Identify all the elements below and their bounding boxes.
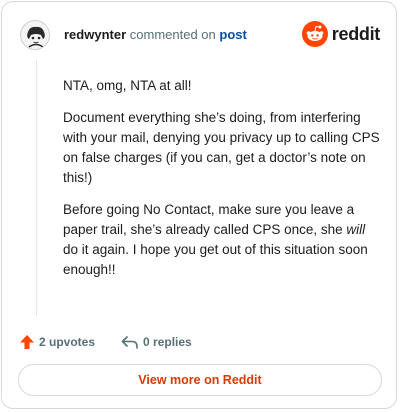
post-link[interactable]: post: [219, 27, 246, 42]
comment-paragraph: NTA, omg, NTA at all!: [63, 78, 192, 93]
comment-body: NTA, omg, NTA at all! Document everythin…: [63, 76, 381, 292]
embedded-comment-card: redwynter commented on post reddit NTA, …: [1, 1, 397, 409]
reddit-wordmark: reddit: [331, 23, 381, 44]
reddit-snoo-icon: [301, 21, 328, 47]
view-more-button[interactable]: View more on Reddit: [18, 364, 382, 396]
upvote-button[interactable]: 2 upvotes: [19, 334, 95, 350]
reply-arrow-icon: [121, 336, 138, 349]
username-link[interactable]: redwynter: [64, 27, 126, 42]
commented-on-text: commented on: [129, 27, 216, 42]
reddit-logo[interactable]: reddit: [301, 20, 381, 48]
thread-line: [36, 60, 37, 316]
avatar[interactable]: [20, 20, 50, 50]
comment-paragraph: Document everything she’s doing, from in…: [63, 110, 380, 185]
upvote-arrow-icon: [20, 335, 34, 349]
comment-paragraph: Before going No Contact, make sure you l…: [63, 200, 381, 280]
comment-attribution: redwynter commented on post: [64, 27, 247, 42]
comment-header: redwynter commented on post reddit: [20, 20, 380, 52]
comment-text: Before going No Contact, make sure you l…: [63, 202, 355, 237]
comment-text: do it again. I hope you get out of this …: [63, 242, 368, 277]
comment-actions: 2 upvotes 0 replies: [19, 332, 192, 352]
comment-emphasis: will: [346, 222, 366, 237]
user-avatar-icon: [22, 22, 49, 49]
replies-button[interactable]: 0 replies: [121, 334, 192, 350]
reply-count: 0 replies: [143, 335, 192, 349]
upvote-count: 2 upvotes: [39, 335, 96, 349]
